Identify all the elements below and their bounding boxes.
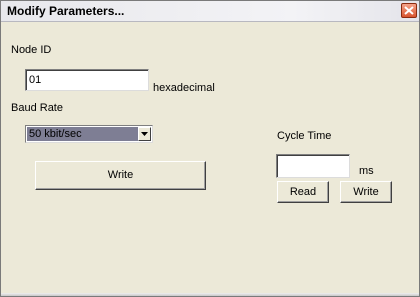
cycle-time-unit: ms	[359, 165, 374, 177]
cycle-time-input[interactable]	[276, 154, 350, 178]
chevron-down-icon	[141, 132, 148, 136]
window-title: Modify Parameters...	[7, 4, 125, 18]
node-id-input[interactable]: 01	[25, 69, 149, 91]
dialog-window: Modify Parameters... Node ID 01 hexadeci…	[0, 0, 420, 297]
window-bottom-border	[1, 293, 419, 296]
baud-rate-label: Baud Rate	[11, 102, 63, 114]
title-bar[interactable]: Modify Parameters...	[1, 1, 419, 22]
close-button[interactable]	[401, 3, 417, 18]
close-icon	[404, 6, 414, 15]
node-id-label: Node ID	[11, 44, 52, 56]
cycle-time-label: Cycle Time	[277, 130, 332, 142]
baud-rate-dropdown[interactable]: 50 kbit/sec	[25, 125, 153, 143]
cycle-write-button[interactable]: Write	[340, 181, 392, 203]
node-id-unit: hexadecimal	[153, 82, 215, 94]
baud-rate-dropdown-button[interactable]	[138, 127, 151, 141]
baud-rate-selected: 50 kbit/sec	[27, 127, 139, 141]
write-button[interactable]: Write	[35, 161, 206, 190]
read-button[interactable]: Read	[277, 181, 329, 203]
